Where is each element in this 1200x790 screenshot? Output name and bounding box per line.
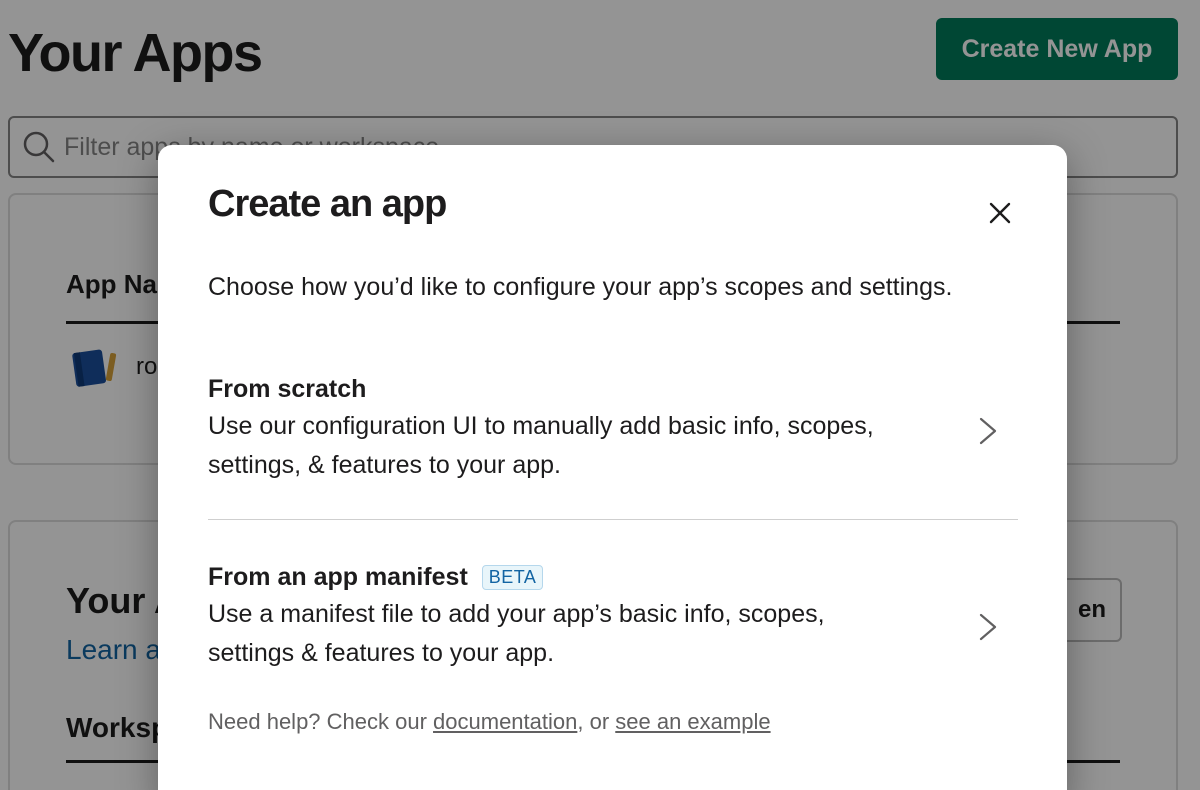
chevron-right-icon — [979, 417, 997, 445]
help-middle: , or — [577, 709, 616, 734]
chevron-right-icon — [979, 613, 997, 641]
close-icon — [989, 202, 1011, 224]
help-prefix: Need help? Check our — [208, 709, 434, 734]
beta-badge: BETA — [481, 564, 544, 590]
help-text: Need help? Check our documentation, or s… — [208, 709, 771, 735]
option-title: From an app manifest — [208, 562, 468, 591]
close-button[interactable] — [980, 193, 1020, 233]
options-divider — [208, 519, 1018, 520]
see-example-link[interactable]: see an example — [615, 709, 770, 734]
documentation-link[interactable]: documentation — [433, 709, 577, 734]
modal-title: Create an app — [208, 183, 447, 225]
option-title-row: From an app manifest BETA — [208, 559, 1018, 595]
option-description: Use our configuration UI to manually add… — [208, 412, 874, 479]
create-app-modal: Create an app Choose how you’d like to c… — [158, 145, 1067, 790]
option-description: Use a manifest file to add your app’s ba… — [208, 600, 825, 667]
from-manifest-option[interactable]: From an app manifest BETA Use a manifest… — [208, 559, 1018, 679]
from-scratch-option[interactable]: From scratch Use our configuration UI to… — [208, 371, 1018, 491]
option-title: From scratch — [208, 374, 367, 403]
modal-description: Choose how you’d like to configure your … — [208, 273, 953, 301]
